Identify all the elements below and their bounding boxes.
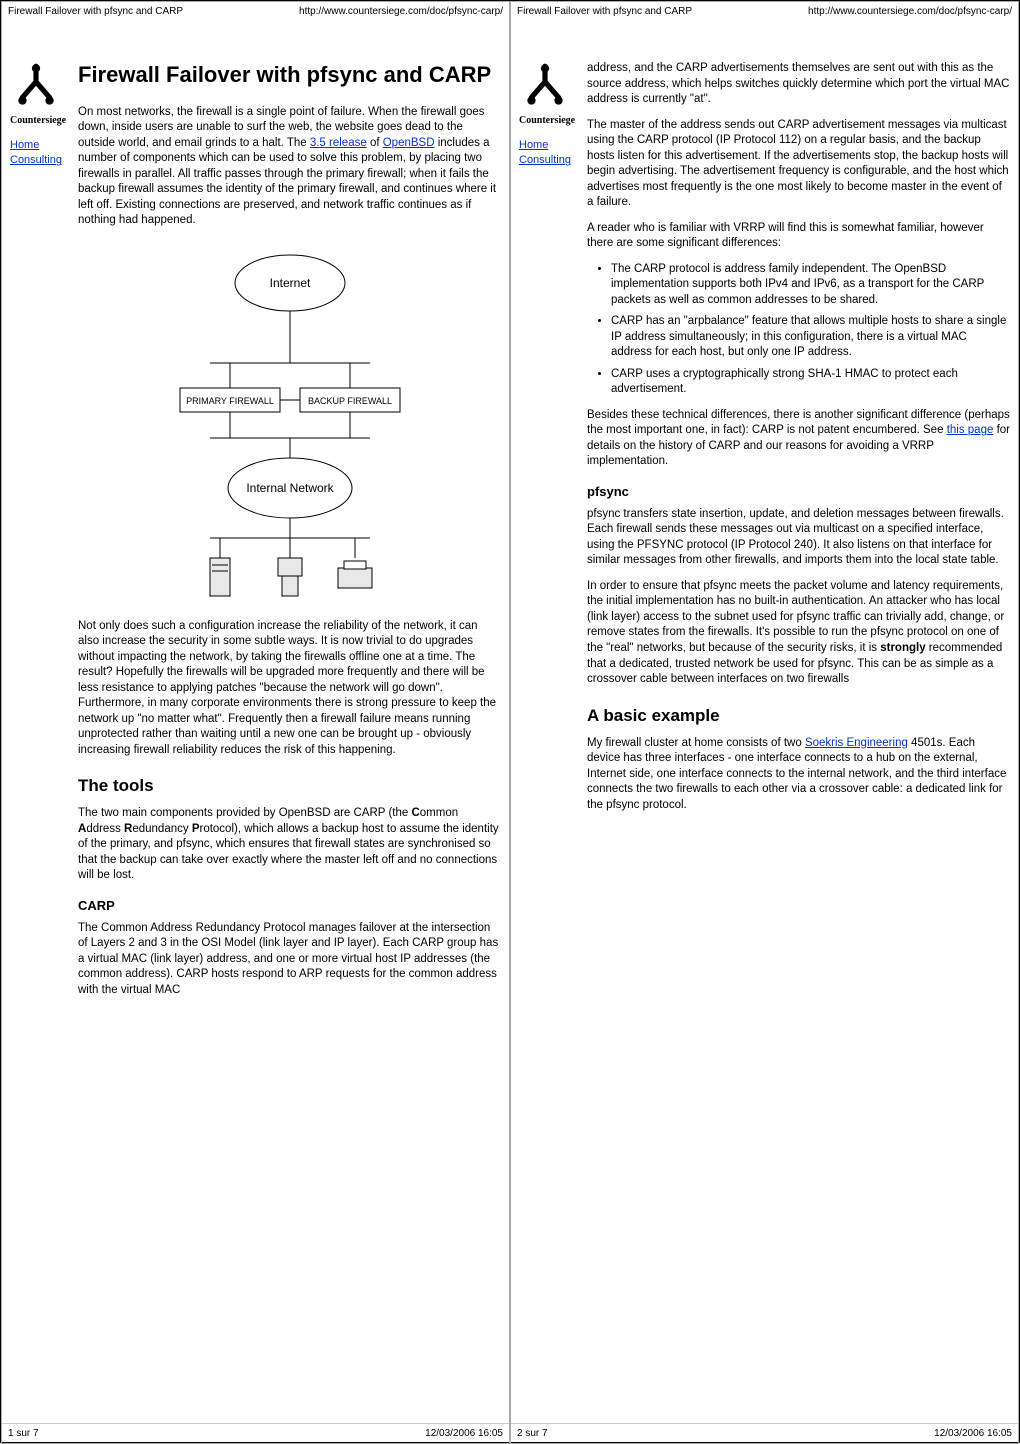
header-title: Firewall Failover with pfsync and CARP [8,6,183,17]
tools-text-a: The two main components provided by Open… [78,807,411,819]
diagram-internal-label: Internal Network [246,481,334,495]
page-body: Countersiege Home Consulting address, an… [511,21,1018,1443]
para-carp: The Common Address Redundancy Protocol m… [78,921,501,999]
list-item: The CARP protocol is address family inde… [611,262,1010,309]
brand-name: Countersiege [519,115,575,126]
para-pfsync2: In order to ensure that pfsync meets the… [587,579,1010,688]
page-title: Firewall Failover with pfsync and CARP [78,61,501,89]
link-soekris[interactable]: Soekris Engineering [805,737,908,749]
intro-paragraph: On most networks, the firewall is a sing… [78,105,501,229]
list-item: CARP has an "arpbalance" feature that al… [611,314,1010,361]
heading-basic-example: A basic example [587,706,1010,726]
sidebar: Countersiege Home Consulting [519,61,581,1413]
link-this-page[interactable]: this page [947,424,994,436]
two-page-spread: Firewall Failover with pfsync and CARP h… [0,0,1020,1443]
diagram-internet-label: Internet [269,276,310,290]
heading-carp: CARP [78,898,501,913]
list-item: CARP uses a cryptographically strong SHA… [611,367,1010,398]
heading-pfsync: pfsync [587,484,1010,499]
page-1: Firewall Failover with pfsync and CARP h… [1,1,510,1444]
link-openbsd[interactable]: OpenBSD [383,137,435,149]
header-url: http://www.countersiege.com/doc/pfsync-c… [299,6,503,17]
t-edundancy: edundancy [132,823,191,835]
page-footer: 2 sur 7 12/03/2006 16:05 [511,1423,1018,1443]
network-diagram: Internet PRIMARY FIREWALL BACKUP FIREWAL… [78,243,501,603]
para-cont2: The master of the address sends out CARP… [587,118,1010,211]
footer-timestamp: 12/03/2006 16:05 [425,1428,503,1439]
content-column: address, and the CARP advertisements the… [581,61,1010,1413]
para-security-benefits: Not only does such a configuration incre… [78,619,501,759]
diagram-primary-label: PRIMARY FIREWALL [186,396,274,406]
carp-diff-list: The CARP protocol is address family inde… [587,262,1010,398]
page-header: Firewall Failover with pfsync and CARP h… [2,2,509,21]
page-2: Firewall Failover with pfsync and CARP h… [510,1,1019,1444]
intro-text-b: of [367,137,383,149]
para-cont1: address, and the CARP advertisements the… [587,61,1010,108]
nav-home[interactable]: Home [519,138,575,153]
header-title: Firewall Failover with pfsync and CARP [517,6,692,17]
bold-strongly: strongly [880,642,925,654]
intro-text-c: includes a number of components which ca… [78,137,496,227]
page-header: Firewall Failover with pfsync and CARP h… [511,2,1018,21]
nav-consulting[interactable]: Consulting [519,153,575,168]
logo-icon [10,61,62,113]
para-example: My firewall cluster at home consists of … [587,736,1010,814]
page-body: Countersiege Home Consulting Firewall Fa… [2,21,509,1443]
example-a: My firewall cluster at home consists of … [587,737,805,749]
nav-consulting[interactable]: Consulting [10,153,66,168]
para-pfsync1: pfsync transfers state insertion, update… [587,507,1010,569]
t-rotocol: rotocol [199,823,234,835]
para-cont3: A reader who is familiar with VRRP will … [587,221,1010,252]
footer-timestamp: 12/03/2006 16:05 [934,1428,1012,1439]
sidebar: Countersiege Home Consulting [10,61,72,1413]
header-url: http://www.countersiege.com/doc/pfsync-c… [808,6,1012,17]
footer-page-num: 2 sur 7 [517,1428,548,1439]
content-column: Firewall Failover with pfsync and CARP O… [72,61,501,1413]
para-tools-intro: The two main components provided by Open… [78,806,501,884]
brand-name: Countersiege [10,115,66,126]
t-ommon: ommon [420,807,458,819]
nav-home[interactable]: Home [10,138,66,153]
diagram-backup-label: BACKUP FIREWALL [307,396,391,406]
bold-c: C [411,807,419,819]
heading-the-tools: The tools [78,776,501,796]
logo-icon [519,61,571,113]
footer-page-num: 1 sur 7 [8,1428,39,1439]
link-35-release[interactable]: 3.5 release [310,137,367,149]
para-cont4: Besides these technical differences, the… [587,408,1010,470]
t-ddress: ddress [86,823,124,835]
page-footer: 1 sur 7 12/03/2006 16:05 [2,1423,509,1443]
